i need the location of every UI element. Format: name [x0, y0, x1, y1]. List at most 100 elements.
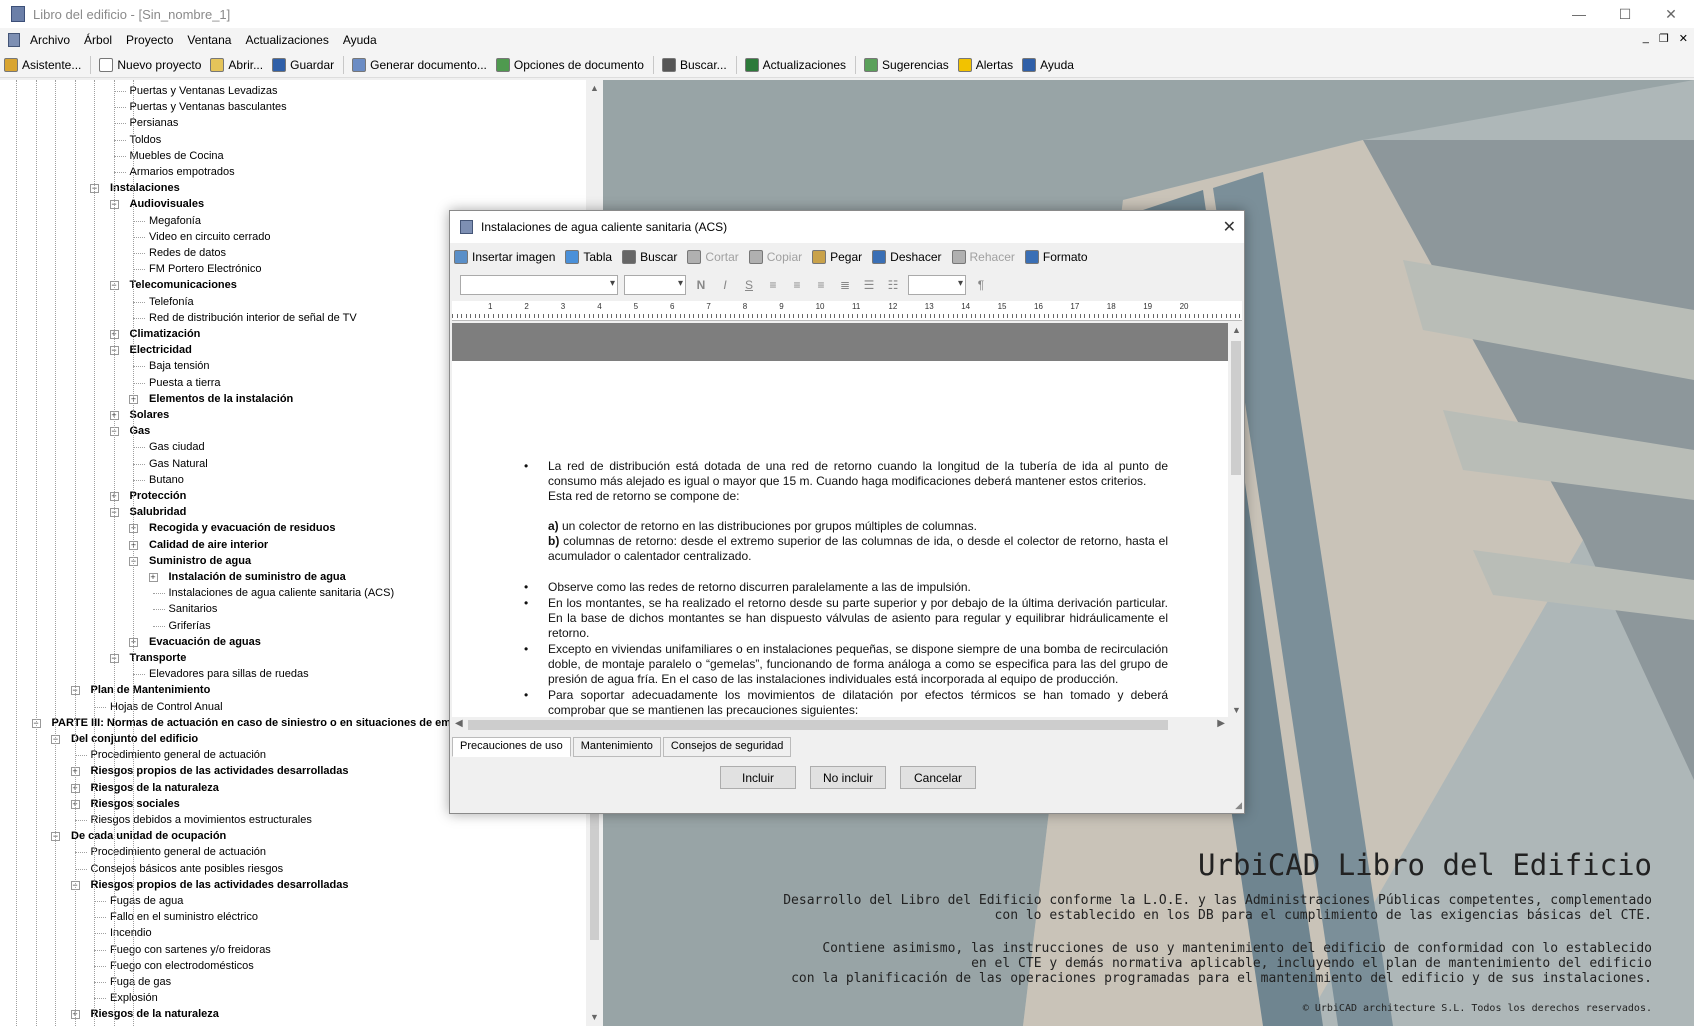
editor-button-0[interactable]: Insertar imagen [454, 250, 555, 264]
tree-item[interactable]: Gas ciudad [149, 439, 205, 455]
align-right-icon[interactable]: ≡ [788, 278, 806, 292]
tree-item[interactable]: Baja tensión [149, 358, 210, 374]
toolbar-button-5[interactable]: Opciones de documento [495, 57, 644, 72]
tree-item[interactable]: Video en circuito cerrado [149, 229, 270, 245]
menu-ventana[interactable]: Ventana [187, 33, 231, 47]
tree-item[interactable]: Instalaciones de agua caliente sanitaria… [169, 585, 395, 601]
editor-scroll-thumb[interactable] [1231, 341, 1241, 475]
editor-button-5[interactable]: Pegar [812, 250, 862, 264]
document-icon[interactable] [8, 33, 20, 47]
tree-item[interactable]: Puesta a tierra [149, 375, 221, 391]
tree-item[interactable]: Megafonía [149, 213, 201, 229]
tree-item[interactable]: Transporte [130, 650, 187, 666]
document-editor[interactable]: La red de distribución está dotada de un… [452, 323, 1228, 717]
toolbar-button-9[interactable]: Alertas [957, 57, 1013, 72]
tree-item[interactable]: Riesgos de la naturaleza [91, 780, 219, 796]
tab-consejos[interactable]: Consejos de seguridad [662, 737, 792, 757]
tree-item[interactable]: PARTE IV: Registro de documentos [52, 1023, 237, 1026]
tree-item[interactable]: Elevadores para sillas de ruedas [149, 666, 309, 682]
tree-item[interactable]: Armarios empotrados [130, 164, 235, 180]
menu-actualizaciones[interactable]: Actualizaciones [245, 33, 328, 47]
menu-proyecto[interactable]: Proyecto [126, 33, 173, 47]
font-combo[interactable] [460, 275, 618, 295]
editor-button-8[interactable]: Formato [1024, 250, 1088, 264]
dialog-close-icon[interactable]: ✕ [1223, 217, 1236, 237]
tree-item[interactable]: Hojas de Control Anual [110, 699, 223, 715]
tree-item[interactable]: Solares [130, 407, 170, 423]
mdi-close-icon[interactable]: ✕ [1679, 32, 1688, 45]
cancelar-button[interactable]: Cancelar [900, 766, 976, 789]
tree-item[interactable]: Riesgos propios de las actividades desar… [91, 877, 349, 893]
toolbar-button-8[interactable]: Sugerencias [864, 57, 949, 72]
menu-arbol[interactable]: Árbol [84, 33, 112, 47]
tree-item[interactable]: Riesgos debidos a movimientos estructura… [91, 812, 312, 828]
tree-item[interactable]: Riesgos sociales [91, 796, 180, 812]
editor-button-4[interactable]: Copiar [748, 250, 802, 264]
tree-item[interactable]: Puertas y Ventanas Levadizas [130, 83, 278, 99]
incluir-button[interactable]: Incluir [720, 766, 796, 789]
italic-icon[interactable]: I [716, 278, 734, 292]
minimize-button[interactable]: — [1556, 0, 1602, 28]
tree-item[interactable]: Del conjunto del edificio [71, 731, 198, 747]
editor-button-3[interactable]: Cortar [687, 250, 739, 264]
tree-item[interactable]: Toldos [130, 132, 162, 148]
tree-item[interactable]: Fuga de gas [110, 974, 171, 990]
toolbar-button-6[interactable]: Buscar... [661, 57, 727, 72]
tree-item[interactable]: Evacuación de aguas [149, 634, 261, 650]
toolbar-button-3[interactable]: Guardar [272, 57, 334, 72]
tree-item[interactable]: Electricidad [130, 342, 192, 358]
tab-mantenimiento[interactable]: Mantenimiento [572, 737, 661, 757]
editor-vertical-scrollbar[interactable]: ▲ ▼ [1228, 323, 1244, 717]
tree-item[interactable]: Procedimiento general de actuación [91, 844, 267, 860]
tab-precauciones[interactable]: Precauciones de uso [452, 737, 571, 757]
tree-item[interactable]: Climatización [130, 326, 201, 342]
tree-item[interactable]: Calidad de aire interior [149, 537, 268, 553]
tree-item[interactable]: Gas Natural [149, 456, 208, 472]
size-combo[interactable] [624, 275, 686, 295]
underline-icon[interactable]: S [740, 278, 758, 292]
editor-button-1[interactable]: Tabla [565, 250, 612, 264]
tree-item[interactable]: Incendio [110, 925, 152, 941]
scroll-right-icon[interactable]: ▶ [1217, 718, 1225, 729]
tree-item[interactable]: Plan de Mantenimiento [91, 682, 211, 698]
mdi-minimize-icon[interactable]: _ [1643, 32, 1649, 45]
tree-item[interactable]: Protección [130, 488, 187, 504]
editor-button-2[interactable]: Buscar [622, 250, 677, 264]
align-left-icon[interactable]: ≡ [764, 278, 782, 292]
no-incluir-button[interactable]: No incluir [810, 766, 886, 789]
menu-archivo[interactable]: Archivo [30, 33, 70, 47]
tree-item[interactable]: PARTE III: Normas de actuación en caso d… [52, 715, 497, 731]
scroll-down-icon[interactable]: ▼ [586, 1009, 603, 1026]
toolbar-button-4[interactable]: Generar documento... [352, 57, 487, 72]
tree-item[interactable]: Telefonía [149, 294, 194, 310]
close-button[interactable]: ✕ [1648, 0, 1694, 28]
tree-item[interactable]: Elementos de la instalación [149, 391, 293, 407]
bullet-list-icon[interactable]: ☰ [860, 278, 878, 292]
toolbar-button-10[interactable]: Ayuda [1022, 57, 1074, 72]
align-center-icon[interactable]: ≡ [812, 278, 830, 292]
bold-icon[interactable]: N [692, 278, 710, 292]
tree-item[interactable]: Fuego con sartenes y/o freidoras [110, 942, 271, 958]
justify-icon[interactable]: ≣ [836, 278, 854, 292]
numbered-list-icon[interactable]: ☷ [884, 278, 902, 292]
tree-item[interactable]: Riesgos de la naturaleza [91, 1006, 219, 1022]
tree-item[interactable]: Salubridad [130, 504, 187, 520]
tree-item[interactable]: Riesgos propios de las actividades desar… [91, 763, 349, 779]
toolbar-button-1[interactable]: Nuevo proyecto [99, 57, 201, 72]
tree-item[interactable]: Sanitarios [169, 601, 218, 617]
editor-button-7[interactable]: Rehacer [951, 250, 1015, 264]
scroll-left-icon[interactable]: ◀ [455, 718, 463, 729]
editor-horizontal-scrollbar[interactable]: ◀ ▶ [452, 717, 1228, 733]
menu-ayuda[interactable]: Ayuda [343, 33, 377, 47]
tree-item[interactable]: Fugas de agua [110, 893, 183, 909]
tree-item[interactable]: Persianas [130, 115, 179, 131]
scroll-up-icon[interactable]: ▲ [586, 80, 603, 97]
editor-button-6[interactable]: Deshacer [872, 250, 942, 264]
tree-item[interactable]: Puertas y Ventanas basculantes [130, 99, 287, 115]
tree-item[interactable]: FM Portero Electrónico [149, 261, 261, 277]
tree-item[interactable]: Suministro de agua [149, 553, 251, 569]
tree-item[interactable]: Red de distribución interior de señal de… [149, 310, 357, 326]
scroll-up-icon[interactable]: ▲ [1232, 325, 1241, 335]
mdi-restore-icon[interactable]: ❐ [1659, 32, 1669, 45]
tree-item[interactable]: Recogida y evacuación de residuos [149, 520, 335, 536]
